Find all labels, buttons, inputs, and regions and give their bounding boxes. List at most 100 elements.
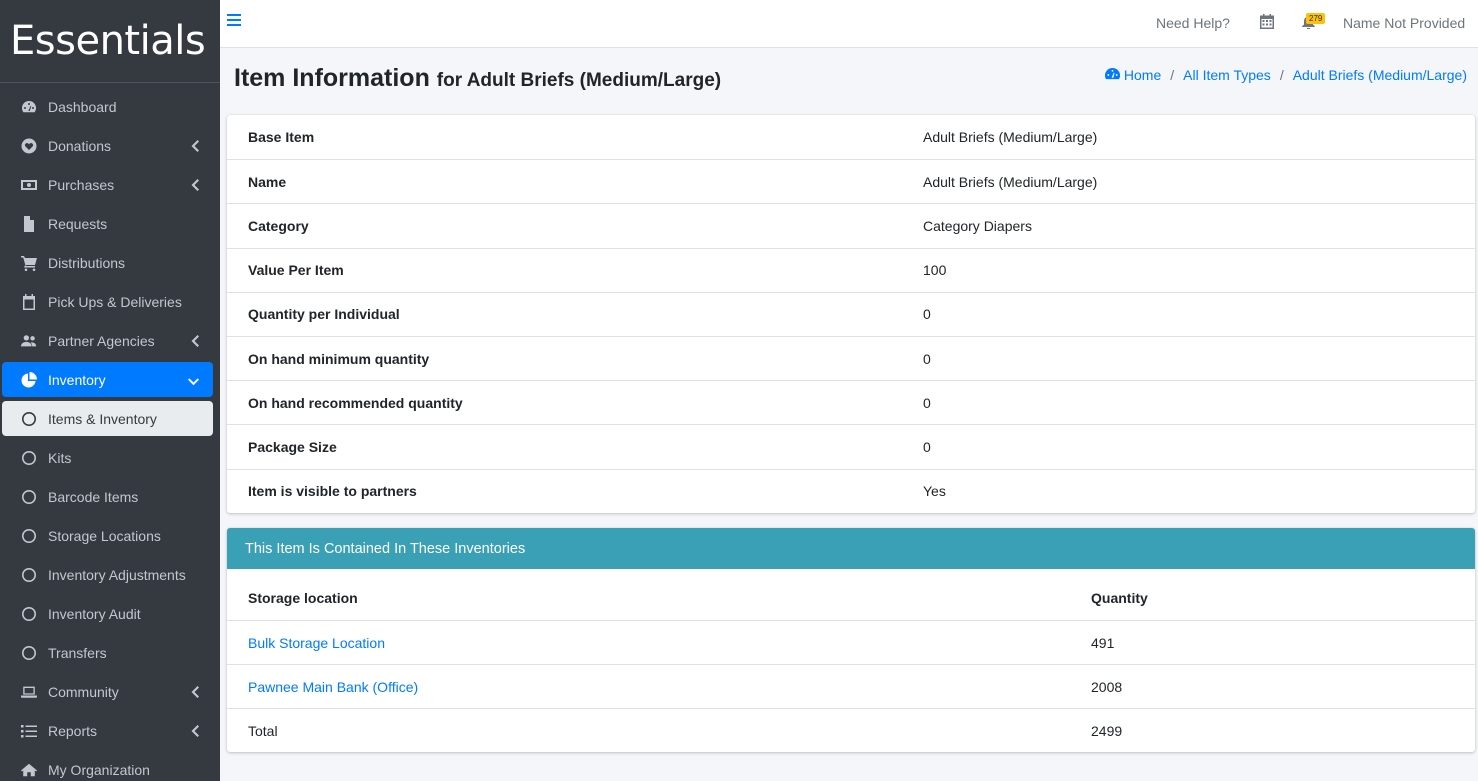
info-label: On hand recommended quantity — [248, 394, 463, 411]
page-title-text: Item Information — [234, 64, 430, 92]
info-value: Adult Briefs (Medium/Large) — [923, 129, 1098, 146]
sidebar-item-label: Requests — [48, 215, 108, 232]
sidebar-item-community[interactable]: Community — [2, 674, 213, 709]
cart-icon — [20, 254, 38, 272]
sidebar-item-purchases[interactable]: Purchases — [2, 167, 213, 202]
info-value: 0 — [923, 394, 931, 411]
dashboard-icon — [1104, 67, 1124, 83]
money-icon — [20, 176, 38, 194]
info-row-visible-to-partners: Item is visible to partners Yes — [227, 468, 1475, 513]
sidebar-item-kits[interactable]: Kits — [2, 440, 213, 475]
sidebar-item-label: Purchases — [48, 176, 115, 193]
breadcrumb-all-item-types[interactable]: All Item Types — [1183, 67, 1271, 83]
circle-icon — [20, 605, 38, 623]
storage-location-link[interactable]: Bulk Storage Location — [248, 635, 385, 651]
user-menu[interactable]: Name Not Provided — [1343, 15, 1465, 31]
circle-icon — [20, 566, 38, 584]
info-label: Item is visible to partners — [248, 483, 417, 500]
chevron-left-icon — [191, 139, 199, 155]
info-label: On hand minimum quantity — [248, 350, 430, 367]
dashboard-icon — [20, 98, 38, 116]
storage-location-link[interactable]: Pawnee Main Bank (Office) — [248, 679, 418, 695]
sidebar-item-label: My Organization — [48, 761, 150, 778]
sidebar-item-partner-agencies[interactable]: Partner Agencies — [2, 323, 213, 358]
need-help-link[interactable]: Need Help? — [1156, 15, 1230, 31]
info-row-base-item: Base Item Adult Briefs (Medium/Large) — [227, 115, 1475, 159]
circle-icon — [20, 488, 38, 506]
sidebar-item-donations[interactable]: Donations — [2, 128, 213, 163]
sidebar-item-label: Partner Agencies — [48, 332, 155, 349]
sidebar-item-label: Inventory Adjustments — [48, 566, 186, 583]
info-label: Value Per Item — [248, 262, 344, 279]
chevron-left-icon — [191, 724, 199, 740]
sidebar-item-label: Items & Inventory — [48, 410, 157, 427]
sidebar-item-label: Transfers — [48, 644, 107, 661]
sidebar-item-label: Dashboard — [48, 98, 117, 115]
file-icon — [20, 215, 38, 233]
storage-location-cell: Pawnee Main Bank (Office) — [227, 679, 1070, 695]
sidebar-item-my-organization[interactable]: My Organization — [2, 752, 213, 781]
users-icon — [20, 332, 38, 350]
sidebar-item-label: Inventory Audit — [48, 605, 141, 622]
breadcrumb-home[interactable]: Home — [1124, 67, 1161, 83]
sidebar-item-inventory-audit[interactable]: Inventory Audit — [2, 596, 213, 631]
calendar-icon — [20, 293, 38, 311]
sidebar-item-label: Kits — [48, 449, 72, 466]
sidebar-item-transfers[interactable]: Transfers — [2, 635, 213, 670]
sidebar-item-label: Storage Locations — [48, 527, 161, 544]
inventories-card: This Item Is Contained In These Inventor… — [227, 528, 1475, 752]
sidebar-item-label: Distributions — [48, 254, 126, 271]
quantity-cell: 2008 — [1091, 678, 1123, 695]
info-value: Adult Briefs (Medium/Large) — [923, 173, 1098, 190]
info-value: 0 — [923, 350, 931, 367]
notification-count-badge: 279 — [1306, 13, 1326, 24]
sidebar: Essentials Dashboard Donations Purchases… — [0, 0, 220, 781]
topbar: Need Help? 279 Name Not Provided — [220, 0, 1478, 48]
info-label: Name — [248, 173, 287, 190]
chevron-left-icon — [191, 334, 199, 350]
sidebar-item-distributions[interactable]: Distributions — [2, 245, 213, 280]
brand-logo[interactable]: Essentials — [0, 0, 220, 83]
sidebar-item-inventory[interactable]: Inventory — [2, 362, 213, 397]
sidebar-item-storage-locations[interactable]: Storage Locations — [2, 518, 213, 553]
sidebar-item-label: Reports — [48, 722, 98, 739]
table-total-row: Total 2499 — [227, 708, 1475, 752]
hamburger-menu-icon[interactable] — [227, 13, 241, 27]
sidebar-item-reports[interactable]: Reports — [2, 713, 213, 748]
info-label: Category — [248, 217, 309, 234]
info-value: 100 — [923, 262, 947, 279]
page-title: Item Information for Adult Briefs (Mediu… — [234, 64, 721, 93]
breadcrumb-separator: / — [1170, 67, 1175, 83]
sidebar-item-label: Barcode Items — [48, 488, 139, 505]
info-row-on-hand-recommended: On hand recommended quantity 0 — [227, 380, 1475, 424]
sidebar-item-inventory-adjustments[interactable]: Inventory Adjustments — [2, 557, 213, 592]
breadcrumb: Home / All Item Types / Adult Briefs (Me… — [1104, 67, 1467, 83]
breadcrumb-current-item[interactable]: Adult Briefs (Medium/Large) — [1293, 67, 1467, 83]
breadcrumb-separator: / — [1279, 67, 1284, 83]
sidebar-nav: Dashboard Donations Purchases Requests D… — [0, 83, 220, 781]
sidebar-item-items-inventory[interactable]: Items & Inventory — [2, 401, 213, 436]
chevron-left-icon — [191, 685, 199, 701]
heart-icon — [20, 137, 38, 155]
circle-icon — [20, 449, 38, 467]
info-row-category: Category Category Diapers — [227, 203, 1475, 247]
info-row-name: Name Adult Briefs (Medium/Large) — [227, 159, 1475, 203]
house-icon — [20, 761, 38, 779]
info-label: Package Size — [248, 438, 337, 455]
quantity-cell: 491 — [1091, 634, 1115, 651]
info-label: Base Item — [248, 129, 315, 146]
calendar-icon[interactable] — [1260, 14, 1274, 32]
sidebar-item-dashboard[interactable]: Dashboard — [2, 89, 213, 124]
info-row-value-per-item: Value Per Item 100 — [227, 247, 1475, 292]
chevron-down-icon — [188, 373, 199, 389]
sidebar-item-requests[interactable]: Requests — [2, 206, 213, 241]
sidebar-item-label: Community — [48, 683, 119, 700]
brand-text: Essentials — [10, 18, 206, 64]
list-icon — [20, 722, 38, 740]
sidebar-item-barcode-items[interactable]: Barcode Items — [2, 479, 213, 514]
info-row-quantity-per-individual: Quantity per Individual 0 — [227, 291, 1475, 336]
column-header-storage-location: Storage location — [248, 589, 358, 606]
sidebar-item-label: Pick Ups & Deliveries — [48, 293, 182, 310]
sidebar-item-pickups[interactable]: Pick Ups & Deliveries — [2, 284, 213, 319]
storage-location-cell: Bulk Storage Location — [227, 635, 1070, 651]
